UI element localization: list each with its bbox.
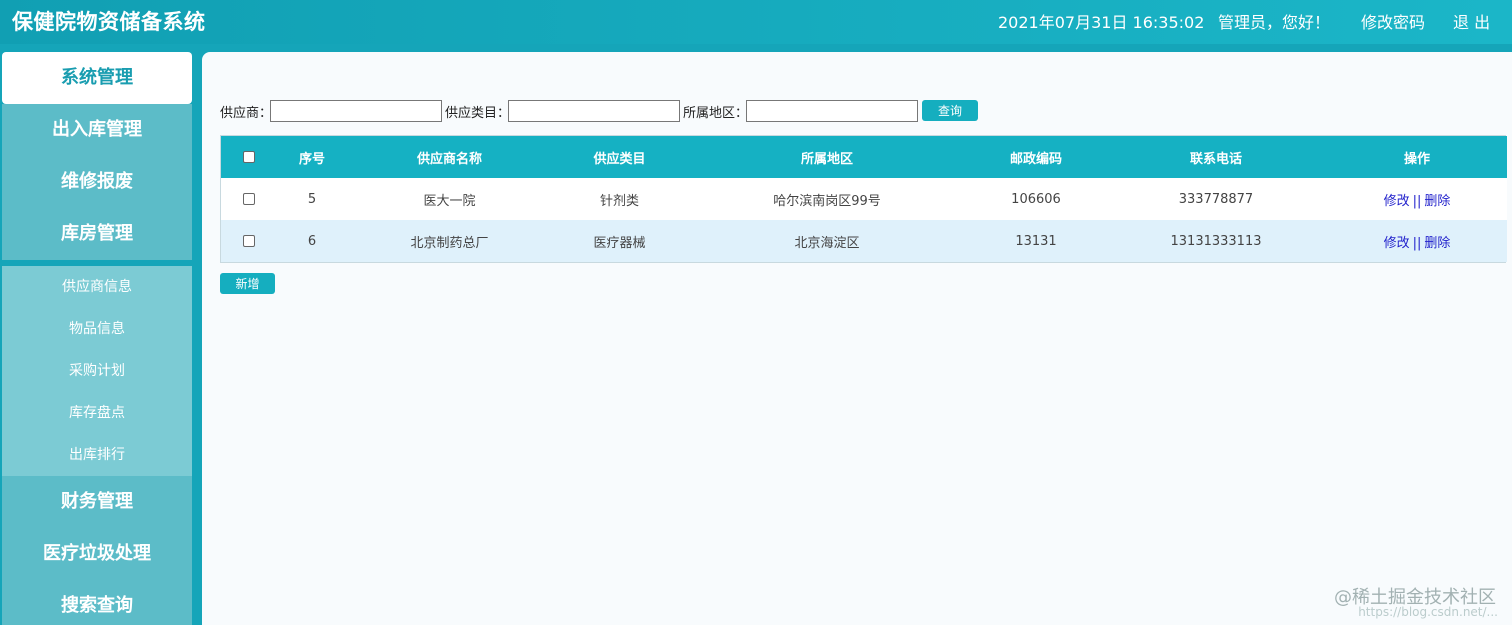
category-input[interactable] — [508, 100, 680, 122]
menu-repair-scrap[interactable]: 维修报废 — [2, 156, 192, 208]
cell-region: 北京海淀区 — [794, 235, 860, 251]
cell-id: 5 — [307, 191, 317, 207]
table-row: 5 医大一院 针剂类 哈尔滨南岗区99号 106606 333778877 修改… — [221, 178, 1507, 220]
top-header: 保健院物资储备系统 2021年07月31日 16:35:02 管理员，您好！ 修… — [0, 0, 1512, 44]
cell-phone: 13131333113 — [1170, 233, 1262, 249]
row-select-cell — [221, 178, 277, 220]
col-header-region: 所属地区 — [800, 151, 853, 167]
supplier-input[interactable] — [270, 100, 442, 122]
region-input[interactable] — [746, 100, 918, 122]
row-checkbox[interactable] — [243, 235, 255, 247]
cell-region: 哈尔滨南岗区99号 — [773, 193, 881, 209]
main-content: 供应商： 供应类目： 所属地区： 查询 序号 供应商名称 供应类目 所属地区 邮… — [202, 52, 1512, 625]
change-password-link[interactable]: 修改密码 — [1361, 9, 1425, 33]
submenu-inventory-check[interactable]: 库存盘点 — [2, 392, 192, 434]
select-all-cell — [221, 136, 277, 178]
col-header-postcode: 邮政编码 — [1009, 151, 1062, 167]
logout-link[interactable]: 退 出 — [1453, 9, 1490, 33]
watermark-url: https://blog.csdn.net/... — [1358, 605, 1498, 619]
submenu-purchase-plan[interactable]: 采购计划 — [2, 350, 192, 392]
select-all-checkbox[interactable] — [243, 151, 255, 163]
cell-category: 医疗器械 — [593, 235, 646, 251]
menu-system-management[interactable]: 系统管理 — [2, 52, 192, 104]
row-select-cell — [221, 220, 277, 262]
col-header-supplier-name: 供应商名称 — [416, 151, 482, 167]
col-header-phone: 联系电话 — [1189, 151, 1242, 167]
action-separator: || — [1412, 235, 1422, 251]
cell-phone: 333778877 — [1178, 191, 1254, 207]
cell-postcode: 106606 — [1011, 191, 1061, 207]
cell-supplier-name: 北京制药总厂 — [410, 235, 489, 251]
menu-medical-waste[interactable]: 医疗垃圾处理 — [2, 528, 192, 580]
col-header-id: 序号 — [298, 151, 325, 167]
supplier-table: 序号 供应商名称 供应类目 所属地区 邮政编码 联系电话 操作 5 医大一院 针… — [220, 135, 1507, 263]
submenu-outbound-ranking[interactable]: 出库排行 — [2, 434, 192, 476]
cell-actions: 修改 || 删除 — [1327, 220, 1507, 262]
delete-link[interactable]: 删除 — [1424, 236, 1450, 251]
edit-link[interactable]: 修改 — [1384, 194, 1410, 209]
current-datetime: 2021年07月31日 16:35:02 — [998, 13, 1205, 32]
menu-inout-management[interactable]: 出入库管理 — [2, 104, 192, 156]
cell-actions: 修改 || 删除 — [1327, 178, 1507, 220]
category-label: 供应类目： — [445, 106, 511, 121]
sidebar: 系统管理 出入库管理 维修报废 库房管理 供应商信息 物品信息 采购计划 库存盘… — [0, 44, 202, 625]
user-greeting: 管理员，您好！ — [1218, 13, 1331, 32]
edit-link[interactable]: 修改 — [1384, 236, 1410, 251]
table-row: 6 北京制药总厂 医疗器械 北京海淀区 13131 13131333113 修改… — [221, 220, 1507, 262]
supplier-label: 供应商： — [220, 106, 273, 121]
app-title: 保健院物资储备系统 — [12, 10, 206, 34]
menu-warehouse-management[interactable]: 库房管理 — [2, 208, 192, 260]
submenu-item-info[interactable]: 物品信息 — [2, 308, 192, 350]
col-header-category: 供应类目 — [593, 151, 646, 167]
col-header-actions: 操作 — [1403, 151, 1430, 167]
cell-id: 6 — [307, 233, 317, 249]
region-label: 所属地区： — [683, 106, 749, 121]
table-header-row: 序号 供应商名称 供应类目 所属地区 邮政编码 联系电话 操作 — [221, 136, 1507, 178]
delete-link[interactable]: 删除 — [1424, 194, 1450, 209]
cell-category: 针剂类 — [599, 193, 639, 209]
menu-search-query[interactable]: 搜索查询 — [2, 580, 192, 625]
cell-supplier-name: 医大一院 — [423, 193, 476, 209]
cell-postcode: 13131 — [1015, 233, 1057, 249]
menu-finance-management[interactable]: 财务管理 — [2, 476, 192, 528]
submenu-supplier-info[interactable]: 供应商信息 — [2, 266, 192, 308]
add-button[interactable]: 新增 — [220, 273, 275, 294]
search-button[interactable]: 查询 — [922, 100, 978, 121]
row-checkbox[interactable] — [243, 193, 255, 205]
action-separator: || — [1412, 193, 1422, 209]
